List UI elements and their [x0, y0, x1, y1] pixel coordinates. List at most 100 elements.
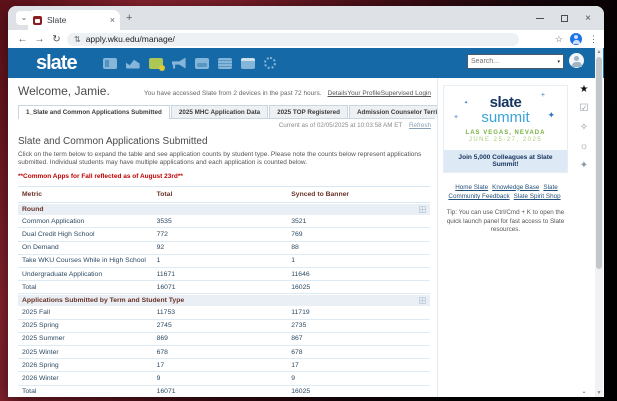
- column-header-synced: Synced to Banner: [291, 191, 430, 198]
- bookmark-star-icon[interactable]: ☆: [555, 34, 563, 45]
- sidebar-link-knowledge-base[interactable]: Knowledge Base: [492, 184, 539, 191]
- table-section-header: Applications Submitted by Term and Stude…: [18, 295, 430, 306]
- browser-tab[interactable]: Slate ×: [28, 10, 120, 30]
- tasks-icon[interactable]: ☑: [580, 104, 589, 114]
- export-grid-icon[interactable]: [419, 297, 426, 304]
- metric-cell: Common Application: [22, 218, 157, 225]
- tab-close-icon[interactable]: ×: [110, 16, 115, 25]
- forward-icon[interactable]: →: [31, 34, 48, 45]
- table-section-header: Round: [18, 204, 430, 215]
- nav-campaigns-icon[interactable]: [172, 58, 186, 69]
- new-tab-button[interactable]: +: [126, 12, 132, 24]
- summit-cta-link[interactable]: Join 5,000 Colleagues at Slate Summit!: [444, 150, 567, 172]
- main-column: Welcome, Jamie. You have accessed Slate …: [8, 78, 437, 397]
- slate-summit-logo: + ✦ + ✦ slate summit: [444, 96, 567, 125]
- scroll-up-icon[interactable]: ▲: [595, 48, 603, 56]
- browser-menu-icon[interactable]: ⋮: [589, 34, 598, 45]
- access-link-your-profile[interactable]: Your Profile: [347, 90, 380, 97]
- total-cell: 678: [157, 349, 292, 356]
- metric-cell[interactable]: 2026 Winter: [22, 375, 157, 382]
- table-row[interactable]: 2025 Winter678678: [18, 346, 430, 359]
- synced-cell: 769: [291, 231, 430, 238]
- dashboard-tab[interactable]: Admission Counselor Territory Report: [349, 105, 437, 118]
- nav-queries-icon[interactable]: [218, 58, 232, 69]
- metric-cell[interactable]: 2025 Fall: [22, 309, 157, 316]
- nav-calendar-icon[interactable]: [241, 58, 255, 69]
- user-avatar[interactable]: [569, 53, 584, 68]
- favorites-icon[interactable]: ★: [580, 85, 589, 95]
- address-bar[interactable]: ⇅ apply.wku.edu/manage/: [67, 33, 519, 46]
- total-cell: 869: [157, 335, 292, 342]
- sidebar-link-slate-spirit-shop[interactable]: Slate Spirit Shop: [514, 193, 561, 200]
- back-icon[interactable]: ←: [14, 34, 31, 45]
- table-row[interactable]: 2025 Summer869867: [18, 333, 430, 346]
- dashboard-tab[interactable]: 1_Slate and Common Applications Submitte…: [18, 105, 170, 119]
- column-header-metric: Metric: [22, 191, 157, 198]
- slate-summit-ad[interactable]: + ✦ + ✦ slate summit LAS VEGAS, NEVADA J…: [443, 85, 568, 173]
- shortcuts-icon[interactable]: ✧: [580, 123, 588, 133]
- browser-tab-title: Slate: [47, 15, 110, 25]
- url-text: apply.wku.edu/manage/: [86, 34, 175, 44]
- nav-settings-icon[interactable]: [264, 57, 276, 69]
- search-box[interactable]: ▾: [467, 54, 564, 69]
- refresh-link[interactable]: Refresh: [409, 122, 431, 129]
- sidebar-link-home-slate[interactable]: Home Slate: [455, 184, 488, 191]
- scrollbar-thumb[interactable]: [596, 57, 602, 269]
- page-scrollbar[interactable]: ▲ ▼: [595, 48, 603, 397]
- access-link-supervised-login[interactable]: Supervised Login: [381, 90, 431, 97]
- nav-contacts-icon[interactable]: [103, 58, 117, 69]
- rail-collapse-icon[interactable]: ⌄: [581, 388, 586, 395]
- access-note-text: You have accessed Slate from 2 devices i…: [144, 90, 322, 97]
- metric-cell: Take WKU Courses While in High School: [22, 257, 157, 264]
- assistant-icon[interactable]: ✦: [580, 161, 588, 171]
- metric-cell[interactable]: 2026 Spring: [22, 362, 157, 369]
- metric-cell[interactable]: Total: [22, 388, 157, 395]
- nav-reports-icon[interactable]: [126, 58, 140, 69]
- minimize-button[interactable]: [528, 6, 552, 30]
- maximize-button[interactable]: [552, 6, 576, 30]
- table-row: Common Application35353521: [18, 215, 430, 228]
- synced-cell: 9: [291, 375, 430, 382]
- report-title: Slate and Common Applications Submitted: [18, 136, 435, 147]
- dashboard-tab[interactable]: 2025 TOP Registered: [269, 105, 348, 118]
- metric-cell[interactable]: 2025 Spring: [22, 322, 157, 329]
- report-notice: **Common Apps for Fall reflected as of A…: [18, 173, 435, 180]
- table-row[interactable]: 2026 Spring1717: [18, 359, 430, 372]
- metric-cell[interactable]: 2025 Winter: [22, 349, 157, 356]
- summit-dates: JUNE 25-27, 2025: [444, 137, 567, 143]
- dashboard-tab[interactable]: 2025 MHC Application Data: [171, 105, 268, 118]
- table-header-row: Metric Total Synced to Banner: [18, 186, 430, 203]
- table-row[interactable]: Total1607116025: [18, 386, 430, 398]
- table-row[interactable]: 2025 Spring27452735: [18, 320, 430, 333]
- table-row: On Demand9288: [18, 242, 430, 255]
- browser-window: ⌄ Slate × + × ← → ↻ ⇅ apply.wku.edu/mana…: [8, 6, 604, 397]
- nav-messages-icon[interactable]: [149, 58, 163, 69]
- search-caret-icon[interactable]: ▾: [557, 59, 560, 65]
- metric-cell[interactable]: 2025 Summer: [22, 335, 157, 342]
- section-name: Applications Submitted by Term and Stude…: [22, 297, 184, 304]
- browser-profile-avatar[interactable]: [570, 33, 582, 45]
- metric-cell: Total: [22, 284, 157, 291]
- table-row[interactable]: 2026 Winter99: [18, 372, 430, 385]
- nav-inbox-icon[interactable]: [195, 58, 209, 69]
- ideas-icon[interactable]: ☼: [579, 142, 588, 152]
- report-description: Click on the term below to expand the ta…: [18, 151, 426, 167]
- metric-cell: On Demand: [22, 244, 157, 251]
- table-row: Take WKU Courses While in High School11: [18, 255, 430, 268]
- slate-logo[interactable]: slate: [36, 52, 77, 75]
- reload-icon[interactable]: ↻: [48, 34, 65, 45]
- access-link-details[interactable]: Details: [328, 90, 348, 97]
- sparkle-icon: ✦: [464, 100, 468, 106]
- table-row[interactable]: 2025 Fall1175311719: [18, 306, 430, 319]
- export-grid-icon[interactable]: [419, 206, 426, 213]
- right-icon-rail: ★ ☑ ✧ ☼ ✦ ⌄: [573, 78, 595, 397]
- close-button[interactable]: ×: [576, 6, 600, 30]
- site-info-icon[interactable]: ⇅: [74, 35, 81, 44]
- search-input[interactable]: [471, 58, 551, 65]
- scroll-down-icon[interactable]: ▼: [595, 389, 603, 397]
- synced-cell: 11719: [291, 309, 430, 316]
- sidebar-links: Home SlateKnowledge BaseSlate Community …: [443, 183, 568, 202]
- summit-location: LAS VEGAS, NEVADA: [444, 130, 567, 136]
- table-row: Total1607116025: [18, 281, 430, 294]
- desktop-wallpaper: ⌄ Slate × + × ← → ↻ ⇅ apply.wku.edu/mana…: [0, 0, 617, 401]
